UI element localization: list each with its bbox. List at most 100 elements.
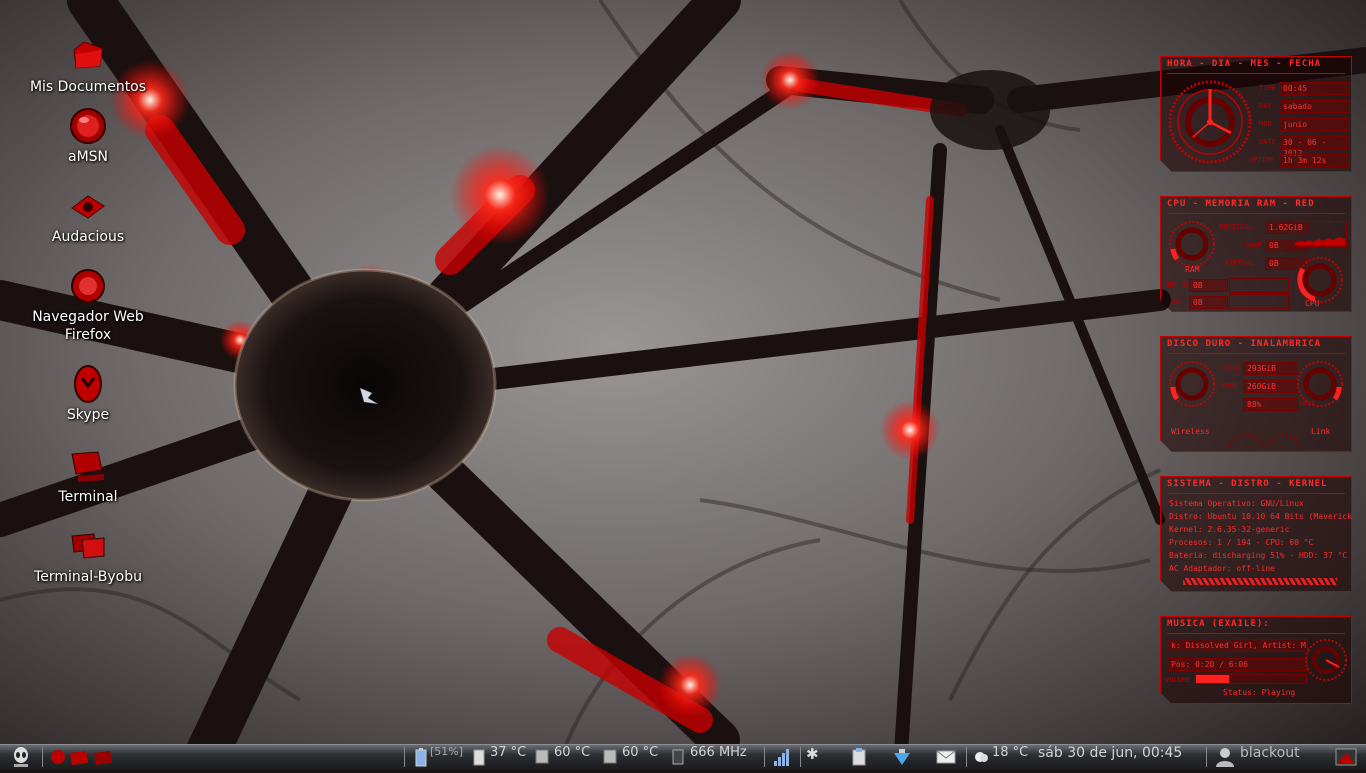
clipboard-icon[interactable]: [850, 745, 868, 769]
clock-month: junio: [1279, 118, 1350, 131]
taskbar-clock[interactable]: sáb 30 de jun, 00:45: [1038, 745, 1182, 769]
user-name[interactable]: blackout: [1240, 745, 1300, 769]
conky-clock-widget: HORA - DIA - MES - FECHA TIME 00:45 DAY …: [1160, 56, 1352, 172]
terminal-icon: [71, 451, 104, 482]
desktop-icon-firefox[interactable]: Navegador Web Firefox: [13, 266, 163, 344]
disk-percent: 88%: [1243, 398, 1298, 411]
widget-title: DISCO DURO - INALAMBRICA: [1167, 339, 1345, 354]
quick-launch: [48, 745, 118, 769]
mail-icon[interactable]: [936, 745, 956, 769]
taskbar-separator: [1206, 747, 1207, 767]
desktop-icon-terminal-byobu[interactable]: Terminal-Byobu: [13, 526, 163, 586]
conky-cpu-widget: CPU - MEMORIA RAM - RED RAM PHYSICAL 1.6…: [1160, 196, 1352, 312]
disk-total: 293GiB: [1243, 362, 1298, 375]
volume-label: VOLUME: [1165, 676, 1191, 684]
show-desktop-icon[interactable]: [1334, 745, 1358, 769]
chip-temp-icon: [603, 749, 617, 764]
temp-cpu: 37 °C: [490, 745, 527, 760]
clock-day: sabado: [1279, 100, 1350, 113]
ram-label: RAM: [1185, 265, 1200, 274]
battery-percent: [51%]: [430, 745, 464, 758]
taskbar: [51%] 37 °C 60 °C 60 °C 666 MHz ✱ 18 °C …: [0, 744, 1366, 769]
music-track: k: Dissolved Girl, Artist: M: [1167, 639, 1308, 652]
taskbar-separator: [800, 747, 801, 767]
desktop-icon-label: Audacious: [51, 229, 125, 245]
skype-icon: [74, 365, 102, 403]
cpu-label: CPU: [1305, 299, 1320, 308]
netin-key: NET IN: [1165, 281, 1191, 289]
hdd-temp-icon: [473, 749, 485, 766]
desktop-icon-skype[interactable]: Skype: [13, 364, 163, 424]
taskbar-separator: [764, 747, 765, 767]
disk-gauge-right-icon: [1295, 359, 1345, 409]
desktop-icon-amsn[interactable]: aMSN: [13, 106, 163, 166]
signal-strength-icon[interactable]: [772, 745, 792, 769]
clock-key-month: MON: [1259, 120, 1272, 128]
widget-title: MUSICA (EXAILE):: [1167, 619, 1345, 634]
total-key: TOTAL: [1221, 364, 1243, 372]
conky-disk-widget: DISCO DURO - INALAMBRICA TOTAL 293GiB FR…: [1160, 336, 1352, 452]
chip-temp-icon: [535, 749, 549, 764]
cpu-graph: [1293, 221, 1347, 247]
system-ac: AC Adaptador: off-line: [1169, 564, 1275, 573]
music-position: Pos: 0:20 / 6:06: [1167, 658, 1308, 671]
wireless-label: Wireless: [1171, 427, 1210, 436]
widget-title: HORA - DIA - MES - FECHA: [1167, 59, 1345, 74]
net-in: 0B: [1189, 279, 1228, 292]
system-battery: Bateria: discharging 51% - HDD: 37 °C: [1169, 551, 1348, 560]
audacious-icon: [71, 195, 105, 219]
system-os: Sistema Operativo: GNU/Linux: [1169, 499, 1304, 508]
weather-temp[interactable]: 18 °C: [992, 745, 1028, 769]
desktop-icon-label: aMSN: [67, 149, 109, 165]
widget-title: SISTEMA - DISTRO - KERNEL: [1167, 479, 1345, 494]
desktop-icon-label: Terminal-Byobu: [34, 569, 142, 585]
clock-time: 00:45: [1279, 82, 1350, 95]
desktop-icon-mis-documentos[interactable]: Mis Documentos: [13, 36, 163, 96]
out-key: OUT: [1171, 298, 1184, 306]
conky-system-widget: SISTEMA - DISTRO - KERNEL Sistema Operat…: [1160, 476, 1352, 592]
battery-icon[interactable]: [414, 745, 428, 769]
free-key: FREE: [1221, 382, 1238, 390]
desktop-icon-label: Mis Documentos: [29, 79, 147, 95]
weather-cloud-icon[interactable]: [972, 745, 990, 769]
desktop-icon-label: Terminal: [58, 489, 118, 505]
analog-clock-icon: [1165, 77, 1255, 167]
clock-key-day: DAY: [1259, 102, 1272, 110]
terminal-byobu-icon: [71, 533, 105, 559]
clock-key-date: DATE: [1259, 138, 1276, 146]
desktop-icon-audacious[interactable]: Audacious: [13, 186, 163, 246]
taskbar-separator: [966, 747, 967, 767]
temp-hdd2: 60 °C: [622, 745, 659, 760]
network-icon[interactable]: [892, 745, 912, 769]
temp-hdd1: 60 °C: [554, 745, 591, 760]
clock-date: 30 - 06 - 2012: [1279, 136, 1350, 149]
bluetooth-icon[interactable]: ✱: [806, 745, 819, 769]
net-out-graph: [1229, 294, 1289, 309]
swap-key: SWAP: [1245, 241, 1262, 249]
desktop-icon-label: Navegador Web Firefox: [32, 309, 144, 343]
clock-uptime: 1h 3m 12s: [1279, 154, 1350, 167]
virtual-key: VIRTUAL: [1225, 259, 1255, 267]
main-menu-button[interactable]: [6, 745, 40, 769]
alien-menu-icon: [14, 747, 28, 767]
net-in-graph: [1229, 278, 1289, 293]
desktop-icon-terminal[interactable]: Terminal: [13, 446, 163, 506]
music-gauge-icon: [1303, 637, 1349, 683]
disk-free: 260GiB: [1243, 380, 1298, 393]
conky-music-widget: MUSICA (EXAILE): k: Dissolved Girl, Arti…: [1160, 616, 1352, 704]
cpu-gauge-icon: [1295, 255, 1345, 305]
ram-gauge-icon: [1167, 219, 1217, 269]
quick-launch-icons[interactable]: [48, 745, 118, 769]
desktop-icon-label: Skype: [66, 407, 110, 423]
system-distro: Distro: Ubuntu 10.10 64 Bits (Maverick): [1169, 512, 1357, 521]
cpu-frequency: 666 MHz: [690, 745, 747, 760]
user-icon[interactable]: [1214, 745, 1236, 769]
folder-icon: [73, 41, 103, 69]
cpu-freq-icon: [672, 749, 684, 765]
clock-key-time: TIME: [1259, 84, 1276, 92]
net-out: 0B: [1189, 296, 1228, 309]
music-status: Status: Playing: [1223, 688, 1296, 697]
clock-key-uptime: UPTIME: [1249, 156, 1275, 164]
disk-gauge-left-icon: [1167, 359, 1217, 409]
widget-title: CPU - MEMORIA RAM - RED: [1167, 199, 1345, 214]
